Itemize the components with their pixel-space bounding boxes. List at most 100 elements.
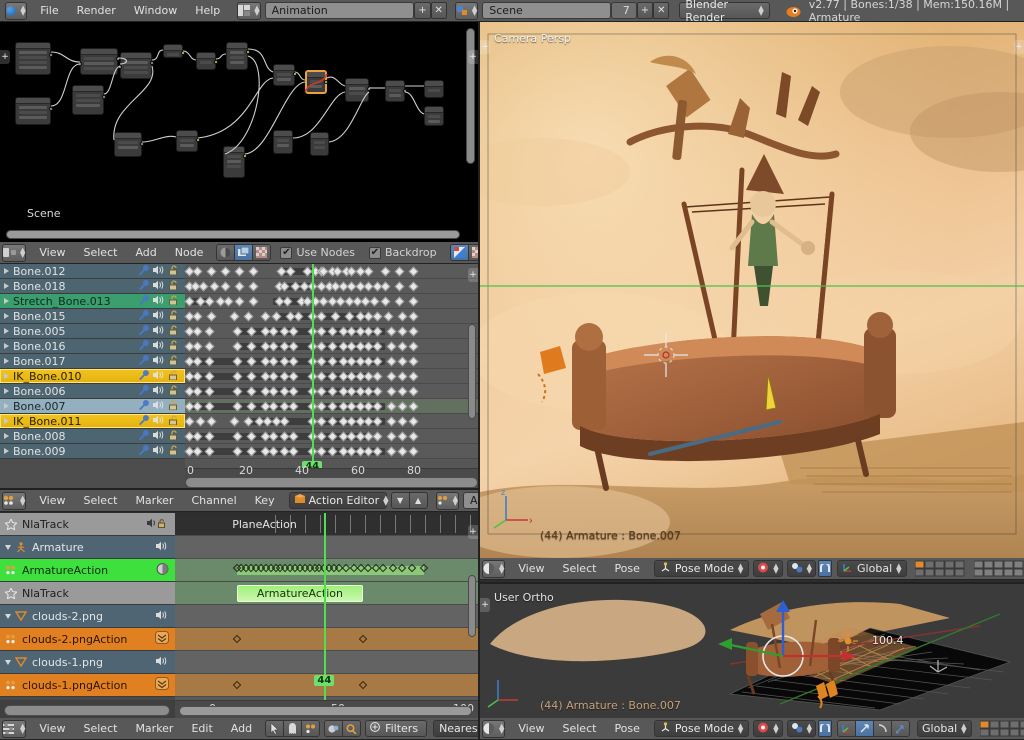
keyframe-diamond[interactable] xyxy=(386,341,397,352)
keyframe-diamond[interactable] xyxy=(386,386,397,397)
keyframe-diamond[interactable] xyxy=(229,311,240,322)
node-item[interactable] xyxy=(196,52,218,70)
keyframe-diamond[interactable] xyxy=(192,266,203,277)
wrench-icon[interactable] xyxy=(139,429,150,443)
channel-icon-group[interactable] xyxy=(139,294,185,308)
snap-mode-select[interactable]: Nearest Frame xyxy=(433,720,478,737)
node-editor-hscrollbar[interactable] xyxy=(6,230,460,239)
dopesheet-key-row[interactable] xyxy=(184,399,478,414)
v3d-menu-view[interactable]: View xyxy=(509,558,553,579)
keyframe-diamond[interactable] xyxy=(229,416,240,427)
keyframe-diamond[interactable] xyxy=(243,311,254,322)
menu-render[interactable]: Render xyxy=(68,0,125,22)
expand-triangle-icon[interactable] xyxy=(4,313,9,319)
node-item[interactable] xyxy=(15,42,53,75)
speaker-icon[interactable] xyxy=(153,340,166,353)
viewport-user-ortho[interactable]: User Ortho (44) Armature : Bone.007 100.… xyxy=(480,584,1024,718)
node-item[interactable] xyxy=(345,78,371,102)
node-item[interactable] xyxy=(310,132,329,156)
dope-menu-select[interactable]: Select xyxy=(75,490,127,511)
nla-strip-row[interactable] xyxy=(175,559,478,582)
wrench-icon[interactable] xyxy=(139,339,150,353)
nla-hscrollbar[interactable] xyxy=(179,706,472,716)
keyframe-diamond[interactable] xyxy=(372,371,383,382)
keyframe-diamond[interactable] xyxy=(383,311,394,322)
dopesheet-channel-row[interactable]: Bone.015 xyxy=(0,309,185,324)
unlock-icon[interactable] xyxy=(169,264,179,278)
nla-channel-row[interactable]: NlaTrack xyxy=(0,582,175,605)
node-item[interactable] xyxy=(273,64,297,86)
compositing-tree-icon[interactable] xyxy=(234,244,254,261)
node-item[interactable] xyxy=(78,48,120,75)
node-item-selected[interactable] xyxy=(305,70,328,94)
nla-channel-row[interactable]: clouds-1.pngAction xyxy=(0,674,175,697)
unlock-icon[interactable] xyxy=(169,444,179,458)
node-item[interactable] xyxy=(226,42,250,70)
wrench-icon[interactable] xyxy=(139,444,150,458)
keyframe-diamond[interactable] xyxy=(386,431,397,442)
dopesheet-channel-row[interactable]: Bone.006 xyxy=(0,384,185,399)
keyframe-diamond[interactable] xyxy=(408,431,419,442)
speaker-icon[interactable] xyxy=(156,656,175,669)
keyframe-diamond[interactable] xyxy=(380,296,391,307)
nla-channel-row[interactable]: Armature xyxy=(0,536,175,559)
nla-editor-icon[interactable]: ▲ ▼ xyxy=(2,719,27,738)
keyframe-diamond[interactable] xyxy=(248,266,259,277)
speaker-icon[interactable] xyxy=(156,541,175,554)
dopesheet-key-row[interactable] xyxy=(184,339,478,354)
pivot-point-select[interactable]: ▲ ▼ xyxy=(786,560,817,577)
delete-screen-button[interactable]: ✕ xyxy=(430,2,447,19)
keyframe-diamond[interactable] xyxy=(408,401,419,412)
node-menu-add[interactable]: Add xyxy=(126,242,165,263)
unlock-icon[interactable] xyxy=(169,294,179,308)
shader-tree-icon[interactable] xyxy=(216,244,236,261)
node-item[interactable] xyxy=(424,80,444,98)
keyframe-diamond[interactable] xyxy=(260,311,271,322)
dopesheet-channel-row[interactable]: Bone.017 xyxy=(0,354,185,369)
dopesheet-key-row[interactable] xyxy=(184,384,478,399)
v3d-menu-pose[interactable]: Pose xyxy=(605,558,648,579)
nla-channel-hscrollbar[interactable] xyxy=(4,705,170,716)
dopesheet-keyframe-area[interactable]: 44 xyxy=(184,264,478,472)
keyframe-diamond[interactable] xyxy=(397,446,408,457)
keyframe-diamond[interactable] xyxy=(386,326,397,337)
nla-menu-edit[interactable]: Edit xyxy=(182,718,221,739)
nla-strip-row[interactable] xyxy=(175,605,478,628)
channel-icon-group[interactable] xyxy=(139,399,185,413)
scene-name-field[interactable]: Scene xyxy=(482,2,611,19)
dopesheet-channel-row[interactable]: Stretch_Bone.013 xyxy=(0,294,185,309)
expand-triangle-icon[interactable] xyxy=(4,433,9,439)
expand-triangle-icon[interactable] xyxy=(4,298,9,304)
sphere-icon[interactable] xyxy=(156,562,175,578)
channel-icon-group[interactable] xyxy=(139,354,185,368)
keyframe-diamond[interactable] xyxy=(386,416,397,427)
expand-triangle-icon[interactable] xyxy=(4,388,9,394)
search-icon[interactable] xyxy=(342,720,362,737)
keyframe-diamond[interactable] xyxy=(408,311,419,322)
unlock-icon[interactable] xyxy=(169,309,179,323)
nla-channel-row[interactable]: clouds-1.png xyxy=(0,651,175,674)
screen-name-field[interactable]: Animation xyxy=(264,2,415,19)
keyframe-diamond[interactable] xyxy=(184,416,195,427)
dopesheet-key-row[interactable] xyxy=(184,369,478,384)
add-scene-button[interactable]: + xyxy=(636,2,654,19)
expand-icon[interactable] xyxy=(155,631,175,647)
nla-strip-row[interactable] xyxy=(175,651,478,674)
dope-menu-key[interactable]: Key xyxy=(246,490,284,511)
speaker-icon[interactable] xyxy=(153,400,166,413)
expand-triangle-icon[interactable] xyxy=(4,418,9,424)
keyframe-diamond[interactable] xyxy=(204,326,215,337)
expand-triangle-icon[interactable] xyxy=(4,283,9,289)
nla-playhead[interactable] xyxy=(324,513,327,700)
wrench-icon[interactable] xyxy=(139,264,150,278)
cursor-select-icon[interactable] xyxy=(265,720,285,737)
expand-triangle-icon[interactable] xyxy=(4,403,9,409)
wrench-icon[interactable] xyxy=(139,354,150,368)
dopesheet-key-row[interactable] xyxy=(184,279,478,294)
nla-channel-row[interactable]: clouds-2.pngAction xyxy=(0,628,175,651)
v3d-menu-select[interactable]: Select xyxy=(554,558,606,579)
channel-icon-group[interactable] xyxy=(139,429,185,443)
keyframe-diamond[interactable] xyxy=(220,281,231,292)
scale-manipulator-icon[interactable] xyxy=(891,720,911,737)
view3d-editor-icon[interactable]: ▲ ▼ xyxy=(482,559,506,578)
